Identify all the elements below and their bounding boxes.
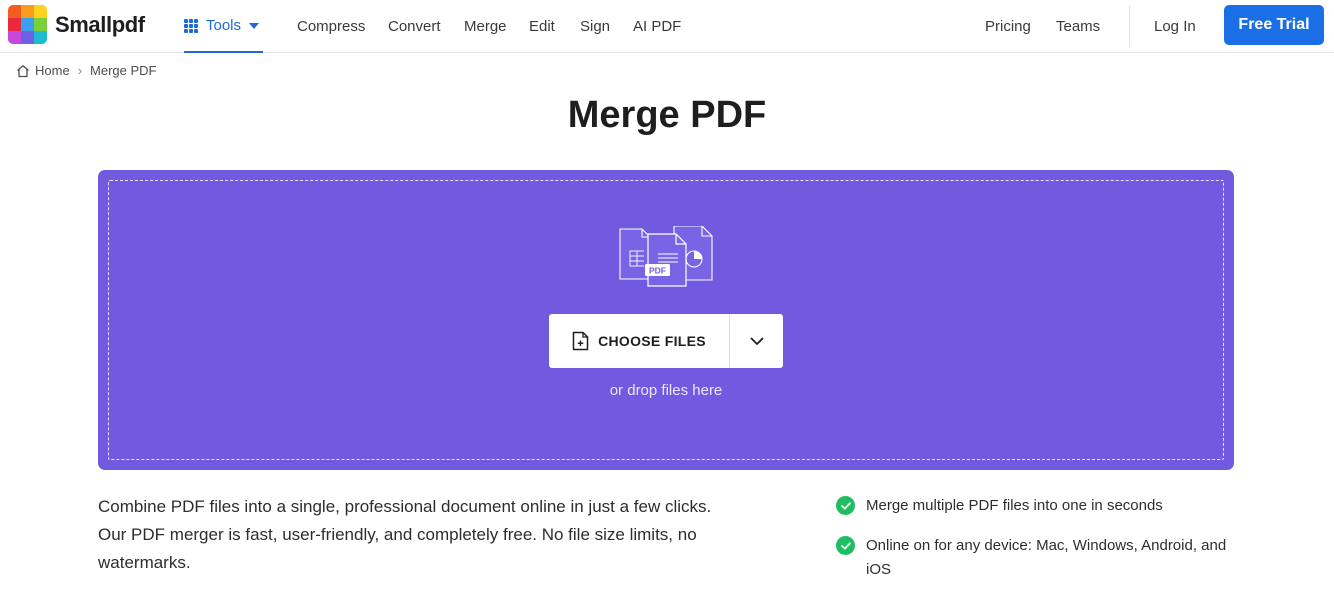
top-navigation-bar: Smallpdf Tools Compress Convert Merge Ed… xyxy=(0,0,1334,53)
nav-merge[interactable]: Merge xyxy=(464,0,507,53)
pdf-badge-text: PDF xyxy=(649,266,666,276)
choose-files-control: CHOOSE FILES xyxy=(549,314,783,368)
grid-icon xyxy=(184,18,198,33)
breadcrumb-separator: › xyxy=(77,63,83,78)
check-circle-icon xyxy=(836,536,855,555)
smallpdf-logo[interactable]: Smallpdf xyxy=(8,5,145,44)
file-add-icon xyxy=(572,331,589,351)
login-link[interactable]: Log In xyxy=(1154,0,1196,53)
feature-list: Merge multiple PDF files into one in sec… xyxy=(836,494,1236,598)
free-trial-button[interactable]: Free Trial xyxy=(1224,5,1324,45)
breadcrumb-home[interactable]: Home xyxy=(35,63,70,78)
nav-edit[interactable]: Edit xyxy=(529,0,555,53)
breadcrumb-current: Merge PDF xyxy=(90,63,157,78)
breadcrumb: Home › Merge PDF xyxy=(16,63,157,78)
nav-pricing[interactable]: Pricing xyxy=(985,0,1031,53)
nav-ai-pdf[interactable]: AI PDF xyxy=(633,0,681,53)
smallpdf-logo-icon xyxy=(8,5,47,44)
feature-text: Merge multiple PDF files into one in sec… xyxy=(866,497,1163,514)
feature-item: Online on for any device: Mac, Windows, … xyxy=(836,534,1236,582)
tools-label: Tools xyxy=(206,17,242,34)
documents-illustration-icon: PDF xyxy=(619,226,713,287)
home-icon xyxy=(17,64,29,77)
nav-sign[interactable]: Sign xyxy=(580,0,610,53)
tool-description: Combine PDF files into a single, profess… xyxy=(98,497,712,572)
nav-convert[interactable]: Convert xyxy=(388,0,441,53)
feature-item: Merge multiple PDF files into one in sec… xyxy=(836,494,1236,518)
tools-menu-button[interactable]: Tools xyxy=(184,0,264,53)
feature-text: Online on for any device: Mac, Windows, … xyxy=(866,537,1227,578)
choose-files-button[interactable]: CHOOSE FILES xyxy=(549,314,729,368)
nav-divider xyxy=(1129,5,1130,47)
caret-down-icon xyxy=(249,22,260,29)
choose-files-dropdown[interactable] xyxy=(730,314,783,368)
chevron-down-icon xyxy=(750,337,763,345)
check-circle-icon xyxy=(836,496,855,515)
nav-compress[interactable]: Compress xyxy=(297,0,365,53)
file-drop-zone[interactable]: PDF CHOOSE FILES or drop files here xyxy=(98,170,1234,470)
logo-wordmark: Smallpdf xyxy=(55,11,145,37)
choose-files-label: CHOOSE FILES xyxy=(598,333,706,349)
nav-teams[interactable]: Teams xyxy=(1056,0,1100,53)
page-title: Merge PDF xyxy=(567,94,767,136)
drop-files-hint: or drop files here xyxy=(609,382,723,399)
